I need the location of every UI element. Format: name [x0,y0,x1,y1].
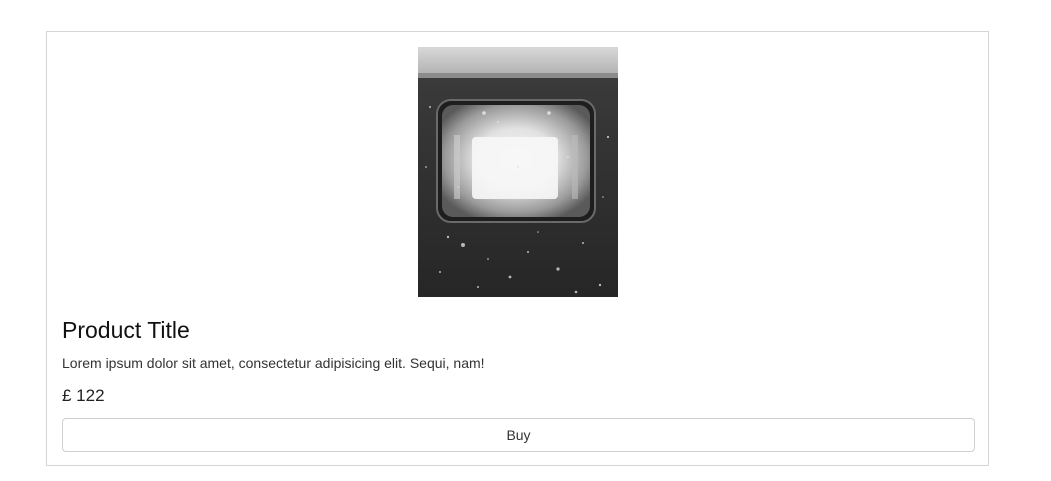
product-image [418,47,618,297]
product-price: £ 122 [62,386,105,405]
buy-button[interactable]: Buy [62,418,975,452]
product-description: Lorem ipsum dolor sit amet, consectetur … [62,355,485,371]
product-card: Product Title Lorem ipsum dolor sit amet… [46,31,989,466]
product-title: Product Title [62,317,190,343]
